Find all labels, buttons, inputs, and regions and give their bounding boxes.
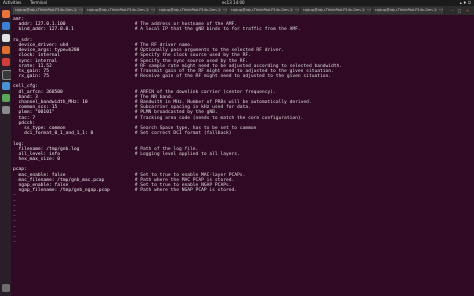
- config-comment: # A local IP that the gNB binds to for t…: [134, 27, 301, 33]
- config-comment: # Receive gain of the RF might need to a…: [134, 74, 332, 80]
- tab-srsran-1[interactable]: rajsup@raju-ThinkPad-P14s-Gen-1: ~/srsRA…: [85, 7, 155, 14]
- tab-downloads-3[interactable]: rajsup@raju-ThinkPad-P14s-Gen-1: ~/Downl…: [373, 7, 443, 14]
- app-icon[interactable]: [1, 94, 10, 102]
- config-key: ngap_filename: /tmp/gnb_ngap.pcap: [13, 188, 135, 194]
- minimize-button[interactable]: –: [450, 8, 455, 13]
- tab-srsran-2[interactable]: rajsup@raju-ThinkPad-P14s-Gen-1: ~/srsRA…: [157, 7, 227, 14]
- config-comment: # Path where the NGAP PCAP is stored.: [134, 188, 238, 194]
- tab-srsran-3[interactable]: rajsup@raju-ThinkPad-P14s-Gen-1: ~/srsRA…: [229, 7, 299, 14]
- tab-downloads-2[interactable]: rajsup@raju-ThinkPad-P14s-Gen-1: ~/Downl…: [301, 7, 371, 14]
- thunderbird-icon[interactable]: [1, 22, 10, 30]
- terminal-icon[interactable]: [1, 70, 12, 80]
- config-key: hex_max_size: 0: [13, 157, 61, 163]
- dock: [0, 6, 12, 296]
- empty-line-marker: ~: [13, 240, 16, 246]
- help-icon[interactable]: [1, 58, 10, 66]
- config-key: bind_addr: 127.0.0.1: [13, 27, 135, 33]
- software-icon[interactable]: [1, 46, 10, 54]
- config-key: dci_format_0_1_and_1_1: 0: [13, 131, 135, 137]
- config-comment: # Set correct DCI format (fallback): [134, 131, 232, 137]
- files-icon[interactable]: [1, 34, 10, 42]
- show-apps-icon[interactable]: [1, 284, 10, 292]
- app-icon[interactable]: [1, 106, 10, 114]
- config-comment: # Logging level applied to all layers.: [134, 151, 240, 157]
- tab-bar: rajsup@raju-ThinkPad-P14s-Gen-1: ~/Downl…: [11, 6, 474, 15]
- tab-downloads-1[interactable]: rajsup@raju-ThinkPad-P14s-Gen-1: ~/Downl…: [13, 7, 83, 14]
- close-button[interactable]: ×: [465, 8, 470, 13]
- app-icon[interactable]: [1, 82, 10, 90]
- firefox-icon[interactable]: [1, 10, 10, 18]
- terminal-window: rajsup@raju-ThinkPad-P14s-Gen-1: ~/Downl…: [11, 6, 474, 296]
- maximize-button[interactable]: □: [457, 8, 462, 13]
- terminal-content[interactable]: amf: addr: 127.0.1.100 # The address or …: [13, 17, 471, 295]
- config-key: rx_gain: 75: [13, 74, 135, 80]
- config-comment: # Tracking area code (needs to match the…: [134, 115, 304, 121]
